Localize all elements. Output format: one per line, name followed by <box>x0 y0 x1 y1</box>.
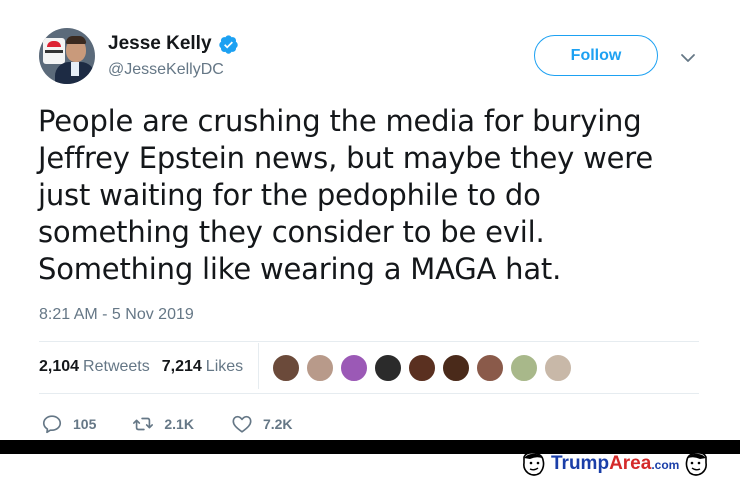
watermark-part1: Trump <box>551 453 610 474</box>
author-handle[interactable]: @JesseKellyDC <box>108 61 224 79</box>
tweet-text-line: Something like wearing a MAGA hat. <box>38 252 562 286</box>
divider <box>39 341 699 342</box>
tweet-text-line: Jeffrey Epstein news, but maybe they wer… <box>38 141 654 175</box>
liker-avatar[interactable] <box>510 354 538 382</box>
tweet-text-line: People are crushing the media for buryin… <box>38 104 642 138</box>
retweet-count: 2.1K <box>164 416 194 432</box>
reply-icon <box>42 415 62 434</box>
tweet-text-line: something they consider to be evil. <box>38 215 545 249</box>
liker-avatars <box>272 354 578 382</box>
likes-count[interactable]: 7,214 <box>162 358 202 376</box>
engagement-stats: 2,104 Retweets 7,214 Likes <box>39 358 255 376</box>
divider <box>39 393 699 394</box>
tweet-text: People are crushing the media for buryin… <box>38 103 688 288</box>
watermark-part3: .com <box>651 458 680 472</box>
author-name-row: Jesse Kelly <box>108 33 239 55</box>
verified-badge-icon <box>218 34 238 54</box>
tweet-text-line: just waiting for the pedophile to do <box>38 178 541 212</box>
chevron-down-icon[interactable] <box>678 48 698 68</box>
liker-avatar[interactable] <box>544 354 572 382</box>
liker-avatar[interactable] <box>442 354 470 382</box>
site-watermark: Trump Area .com <box>518 451 712 477</box>
liker-avatar[interactable] <box>476 354 504 382</box>
liker-avatar[interactable] <box>340 354 368 382</box>
tweet-card: Jesse Kelly @JesseKellyDC Follow People … <box>0 0 740 440</box>
heart-icon <box>232 415 252 433</box>
liker-avatar[interactable] <box>306 354 334 382</box>
liker-avatar[interactable] <box>408 354 436 382</box>
retweet-button[interactable]: 2.1K <box>132 413 194 435</box>
tweet-timestamp[interactable]: 8:21 AM - 5 Nov 2019 <box>39 306 194 324</box>
follow-button[interactable]: Follow <box>534 35 658 76</box>
like-button[interactable]: 7.2K <box>231 413 293 435</box>
reply-count: 105 <box>73 416 97 432</box>
retweet-icon <box>133 417 154 431</box>
retweets-label[interactable]: Retweets <box>83 358 150 376</box>
liker-avatar[interactable] <box>272 354 300 382</box>
stats-separator <box>258 343 259 389</box>
reply-button[interactable]: 105 <box>41 413 96 435</box>
watermark-part2: Area <box>609 453 652 474</box>
author-display-name[interactable]: Jesse Kelly <box>108 33 212 55</box>
avatar-station-logo <box>43 38 65 64</box>
tweet-actions: 105 2.1K 7.2K <box>41 413 293 435</box>
caricature-face-icon <box>523 452 545 476</box>
retweets-count[interactable]: 2,104 <box>39 358 79 376</box>
author-avatar[interactable] <box>39 28 95 84</box>
like-count: 7.2K <box>262 416 293 432</box>
likes-label[interactable]: Likes <box>206 358 243 376</box>
caricature-face-icon <box>685 452 708 476</box>
watermark-text: Trump Area .com <box>551 453 679 475</box>
liker-avatar[interactable] <box>374 354 402 382</box>
